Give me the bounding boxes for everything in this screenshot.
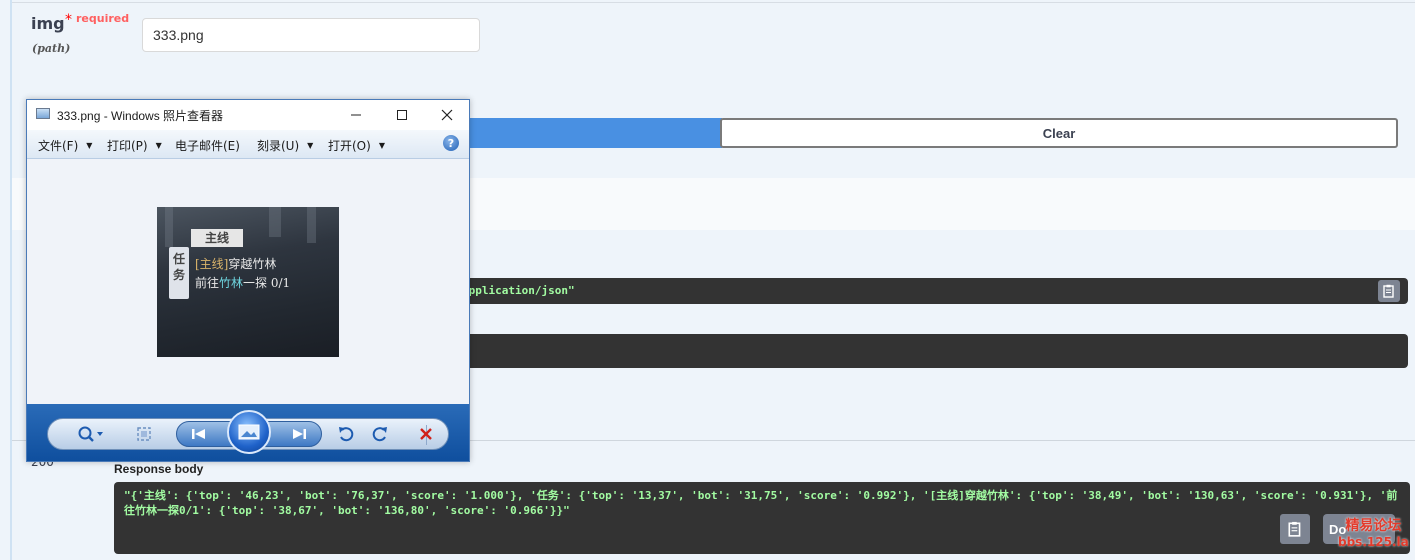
response-body-text: "{'主线': {'top': '46,23', 'bot': '76,37',… [124,489,1398,517]
chevron-down-icon: ▼ [378,141,385,150]
menu-file-label: 文件(F) [38,139,79,153]
main-quest-tag: 主线 [191,229,243,247]
curl-block [440,278,1408,304]
close-icon [441,109,453,121]
response-body: "{'主线': {'top': '46,23', 'bot': '76,37',… [114,482,1410,554]
execute-button[interactable] [440,118,722,148]
actual-size-button[interactable] [132,423,156,445]
title-bar[interactable]: 333.png - Windows 照片查看器 [27,100,469,130]
task-tag-top: 任 [172,252,185,266]
menu-file[interactable]: 文件(F) ▼ [38,137,92,154]
quest-objective: 前往竹林一探 0/1 [195,274,290,291]
close-button[interactable] [424,100,470,130]
tree-shape [307,207,316,243]
request-url-block [440,334,1408,368]
minimize-icon [351,114,361,116]
game-screenshot: 主线 任 务 [主线]穿越竹林 前往竹林一探 0/1 [157,207,339,357]
menu-print-label: 打印(P) [107,139,148,153]
img-path-input[interactable] [142,18,480,52]
clipboard-icon [1383,284,1394,298]
maximize-button[interactable] [379,100,425,130]
param-type: (path) [32,42,71,55]
menu-email-label: 电子邮件(E) [175,139,240,153]
photo-viewer-window: 333.png - Windows 照片查看器 文件(F) ▼ 打印(P) ▼ 电子… [26,99,470,462]
zoom-button[interactable] [74,423,108,445]
tree-shape [269,207,281,237]
quest-title: [主线]穿越竹林 [195,255,276,272]
previous-button[interactable] [187,423,211,445]
bottom-bar [27,404,469,461]
menu-print[interactable]: 打印(P) ▼ [107,137,162,154]
image-canvas: 主线 任 务 [主线]穿越竹林 前往竹林一探 0/1 [27,159,469,404]
quest-name: 穿越竹林 [228,257,277,271]
rotate-cw-button[interactable] [368,423,392,445]
delete-x-icon [420,428,432,440]
rotate-counterclockwise-icon [339,427,354,442]
menu-open[interactable]: 打开(O) ▼ [328,137,385,154]
forum-watermark: 精易论坛 bbs.125.la [1338,518,1409,550]
previous-icon [192,429,205,439]
quest-bracket: [主线] [195,257,229,271]
response-body-label: Response body [114,462,204,476]
slideshow-icon [238,424,260,440]
menu-burn[interactable]: 刻录(U) ▼ [257,137,313,154]
task-tag: 任 务 [169,247,189,299]
help-icon[interactable]: ? [443,135,459,151]
fit-window-icon [137,427,151,441]
chevron-down-icon: ▼ [86,141,93,150]
delete-button[interactable] [414,423,438,445]
slideshow-button[interactable] [227,410,271,454]
watermark-line-1: 精易论坛 [1345,518,1402,534]
menu-open-label: 打开(O) [328,139,371,153]
maximize-icon [397,110,407,120]
param-name: img [31,14,65,33]
copy-curl-button[interactable] [1378,280,1400,302]
task-tag-bottom: 务 [172,268,185,282]
photo-viewer-icon [36,108,50,119]
curl-text: application/json" [462,284,575,297]
next-button[interactable] [287,423,311,445]
minimize-button[interactable] [333,100,379,130]
clipboard-icon [1288,521,1301,537]
rotate-clockwise-icon [372,427,387,442]
magnifier-icon [78,426,103,442]
required-star: * [65,12,72,28]
chevron-down-icon: ▼ [155,141,162,150]
chevron-down-icon: ▼ [307,141,314,150]
objective-b: 竹林 [219,276,244,290]
menu-bar: 文件(F) ▼ 打印(P) ▼ 电子邮件(E) 刻录(U) ▼ 打开(O) ▼ ? [27,130,469,159]
rotate-ccw-button[interactable] [334,423,358,445]
clear-button[interactable]: Clear [720,118,1398,148]
objective-a: 前往 [195,276,220,290]
next-icon [293,429,306,439]
objective-c: 一探 0/1 [243,276,291,290]
clear-button-label: Clear [1042,125,1076,141]
tree-shape [165,207,173,247]
menu-email[interactable]: 电子邮件(E) [175,137,240,154]
menu-burn-label: 刻录(U) [257,139,300,153]
watermark-line-2: bbs.125.la [1338,535,1409,549]
required-label: required [76,12,130,25]
window-title: 333.png - Windows 照片查看器 [57,109,224,123]
copy-response-button[interactable] [1280,514,1310,544]
